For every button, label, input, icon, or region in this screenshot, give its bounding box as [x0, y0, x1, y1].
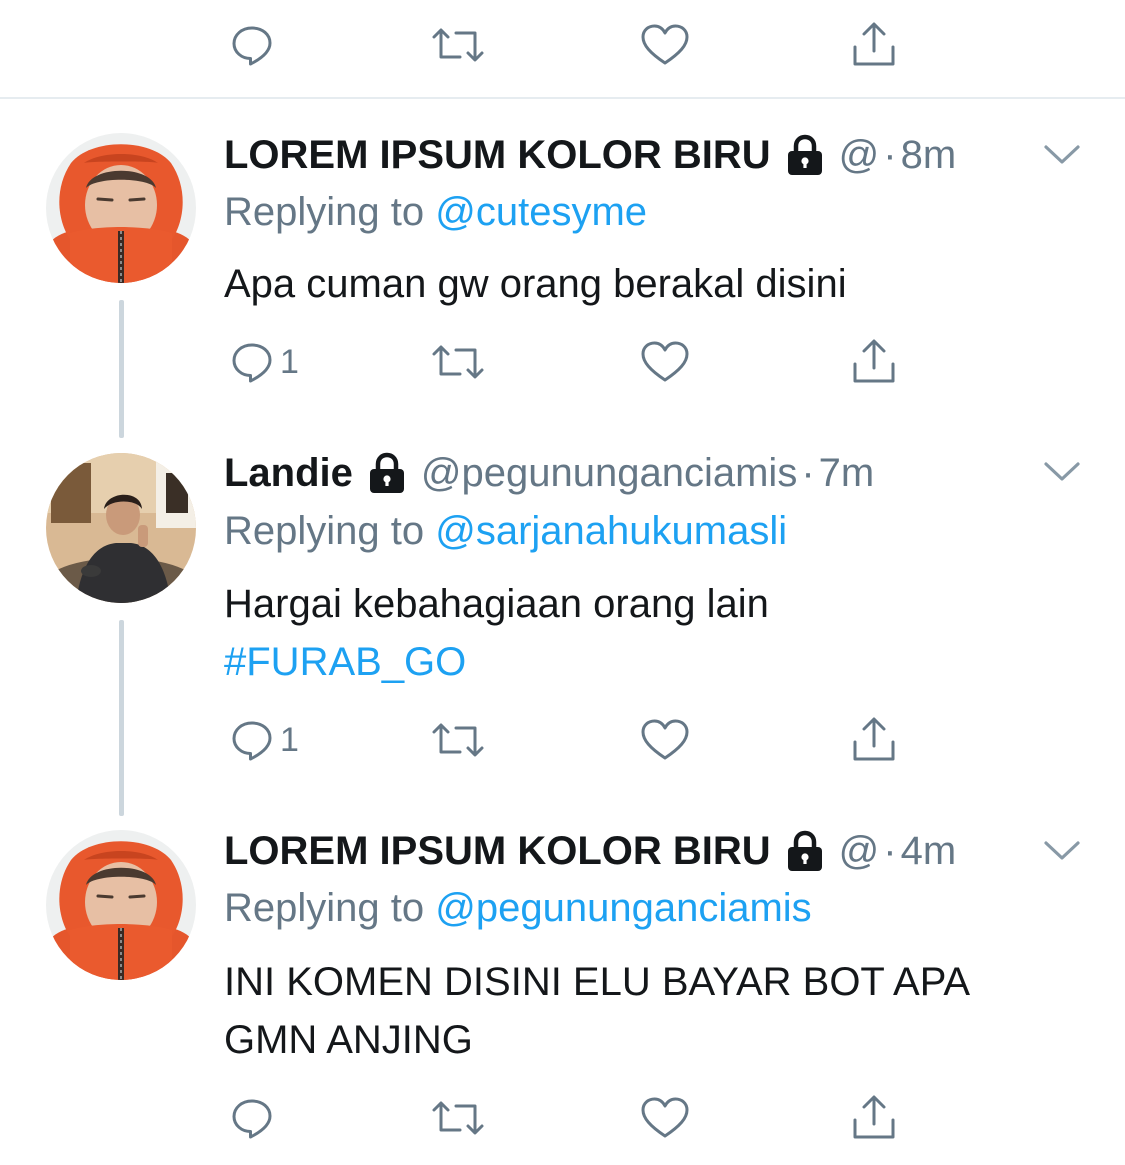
- reply-icon: [230, 23, 274, 67]
- tweet-header: Landie @pegununganciamis · 7m: [224, 443, 874, 503]
- reply-icon: [230, 340, 274, 384]
- tweet-menu-button[interactable]: [1040, 831, 1084, 871]
- replying-to: Replying to @sarjanahukumasli: [224, 509, 787, 554]
- like-button[interactable]: [640, 327, 690, 397]
- avatar-image: [46, 133, 196, 283]
- handle[interactable]: @: [839, 133, 880, 178]
- timestamp[interactable]: 4m: [901, 829, 957, 874]
- display-name[interactable]: LOREM IPSUM KOLOR BIRU: [224, 829, 771, 874]
- handle[interactable]: @: [839, 829, 880, 874]
- tweet-text: Hargai kebahagiaan orang lain #FURAB_GO: [224, 575, 1104, 691]
- share-button[interactable]: [850, 327, 898, 397]
- tweet-action-bar: [0, 1083, 1125, 1153]
- reply-button[interactable]: 1: [230, 705, 299, 775]
- chevron-down-icon: [1040, 135, 1084, 175]
- share-icon: [850, 338, 898, 386]
- avatar[interactable]: [46, 133, 196, 283]
- reply-icon: [230, 718, 274, 762]
- top-action-bar: [0, 10, 1125, 80]
- timestamp[interactable]: 8m: [901, 133, 957, 178]
- display-name[interactable]: LOREM IPSUM KOLOR BIRU: [224, 133, 771, 178]
- share-icon: [850, 1094, 898, 1142]
- reply-count: 1: [280, 720, 299, 759]
- replying-to-link[interactable]: @sarjanahukumasli: [435, 509, 787, 553]
- tweet-menu-button[interactable]: [1040, 452, 1084, 492]
- avatar-image: [46, 453, 196, 603]
- like-button[interactable]: [640, 705, 690, 775]
- replying-label: Replying to: [224, 509, 425, 553]
- retweet-button[interactable]: [430, 705, 486, 775]
- retweet-button[interactable]: [430, 1083, 486, 1153]
- lock-icon: [785, 134, 825, 176]
- like-button[interactable]: [640, 1083, 690, 1153]
- replying-label: Replying to: [224, 886, 425, 930]
- tweet-header: LOREM IPSUM KOLOR BIRU @ · 8m: [224, 125, 956, 185]
- retweet-icon: [430, 1096, 486, 1140]
- reply-icon: [230, 1096, 274, 1140]
- retweet-icon: [430, 340, 486, 384]
- separator: ·: [801, 450, 815, 495]
- share-button[interactable]: [850, 1083, 898, 1153]
- tweet-body: Apa cuman gw orang berakal disini: [224, 262, 847, 306]
- share-icon: [850, 21, 898, 69]
- like-button[interactable]: [640, 10, 690, 80]
- tweet-action-bar: 1: [0, 705, 1125, 775]
- reply-button[interactable]: 1: [230, 327, 299, 397]
- retweet-icon: [430, 23, 486, 67]
- handle[interactable]: @pegununganciamis: [421, 451, 797, 496]
- display-name[interactable]: Landie: [224, 451, 353, 496]
- replying-label: Replying to: [224, 190, 425, 234]
- lock-icon: [785, 830, 825, 872]
- chevron-down-icon: [1040, 831, 1084, 871]
- heart-icon: [640, 23, 690, 67]
- lock-icon: [367, 452, 407, 494]
- heart-icon: [640, 1096, 690, 1140]
- avatar[interactable]: [46, 453, 196, 603]
- separator: ·: [883, 132, 897, 177]
- separator: ·: [883, 828, 897, 873]
- avatar-image: [46, 830, 196, 980]
- reply-count: 1: [280, 342, 299, 381]
- chevron-down-icon: [1040, 452, 1084, 492]
- reply-button[interactable]: [230, 1083, 280, 1153]
- tweet-body: INI KOMEN DISINI ELU BAYAR BOT APA GMN A…: [224, 960, 968, 1062]
- replying-to-link[interactable]: @pegununganciamis: [435, 886, 811, 930]
- tweet-text: Apa cuman gw orang berakal disini: [224, 255, 1104, 313]
- hashtag-link[interactable]: #FURAB_GO: [224, 633, 466, 691]
- retweet-button[interactable]: [430, 10, 486, 80]
- reply-button[interactable]: [230, 10, 280, 80]
- tweet-body: Hargai kebahagiaan orang lain: [224, 582, 769, 626]
- divider: [0, 97, 1125, 99]
- replying-to: Replying to @pegununganciamis: [224, 886, 812, 931]
- heart-icon: [640, 718, 690, 762]
- avatar[interactable]: [46, 830, 196, 980]
- retweet-button[interactable]: [430, 327, 486, 397]
- heart-icon: [640, 340, 690, 384]
- tweet-action-bar: 1: [0, 327, 1125, 397]
- share-button[interactable]: [850, 705, 898, 775]
- retweet-icon: [430, 718, 486, 762]
- replying-to-link[interactable]: @cutesyme: [435, 190, 647, 234]
- tweet-header: LOREM IPSUM KOLOR BIRU @ · 4m: [224, 821, 956, 881]
- replying-to: Replying to @cutesyme: [224, 190, 647, 235]
- tweet-menu-button[interactable]: [1040, 135, 1084, 175]
- tweet-text: INI KOMEN DISINI ELU BAYAR BOT APA GMN A…: [224, 953, 1064, 1069]
- share-icon: [850, 716, 898, 764]
- timestamp[interactable]: 7m: [819, 451, 875, 496]
- share-button[interactable]: [850, 10, 898, 80]
